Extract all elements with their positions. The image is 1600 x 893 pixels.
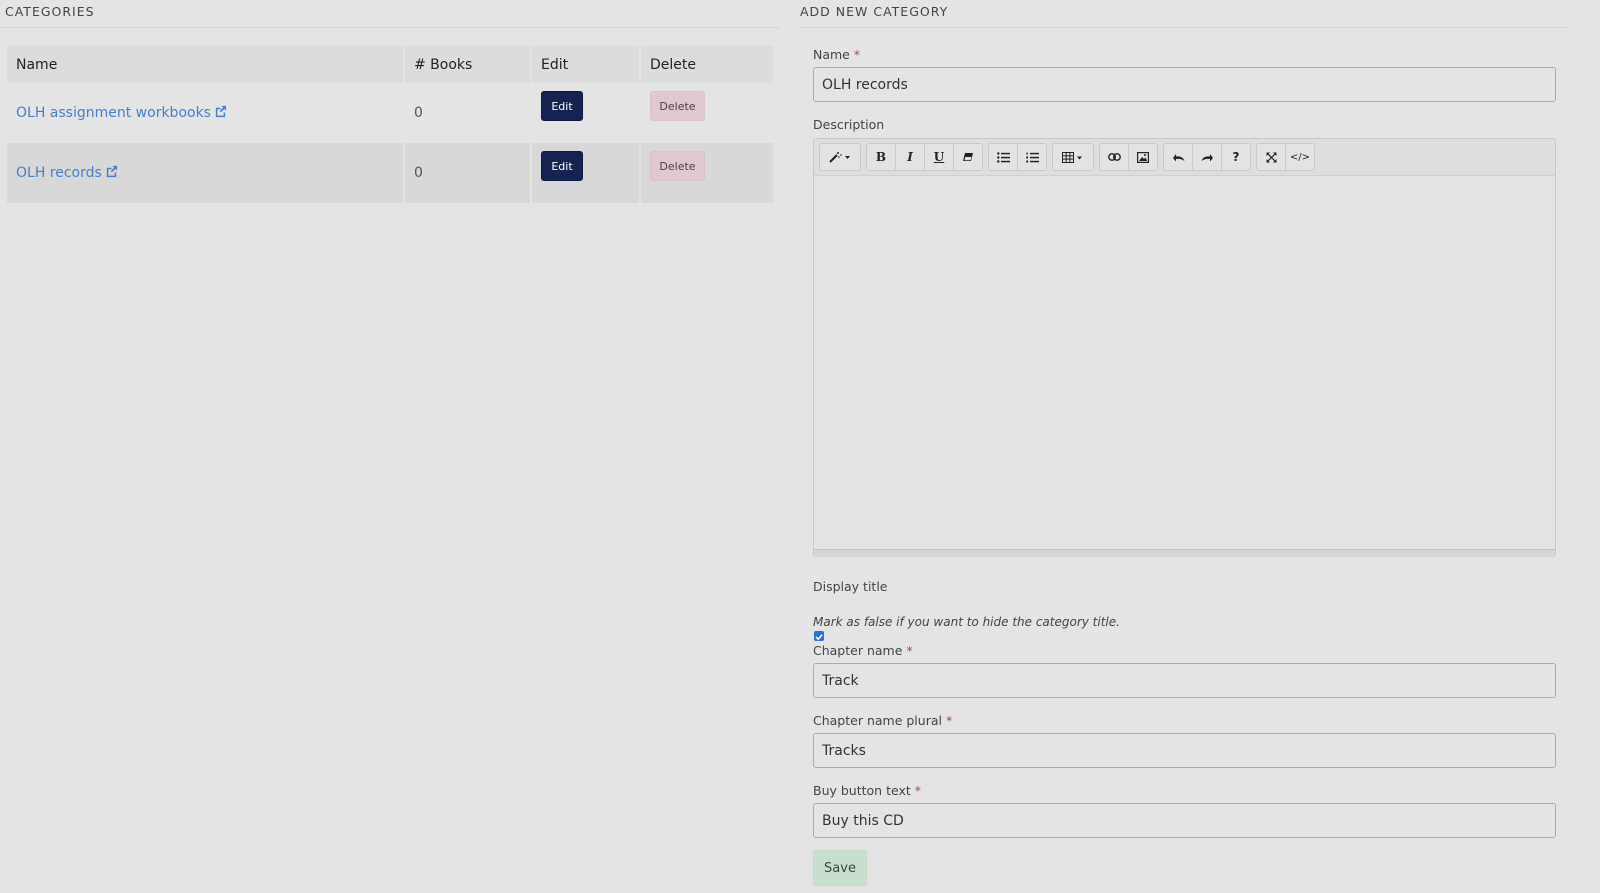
table-dropdown-icon[interactable]: [1052, 143, 1094, 171]
chapter-name-plural-label-text: Chapter name plural: [813, 713, 942, 728]
unordered-list-icon[interactable]: [988, 143, 1018, 171]
buy-button-text-input[interactable]: [813, 803, 1556, 838]
code-view-icon[interactable]: </>: [1285, 143, 1315, 171]
help-glyph: ?: [1232, 150, 1240, 164]
external-link-icon: [215, 105, 227, 118]
underline-icon[interactable]: U: [924, 143, 954, 171]
chapter-name-input[interactable]: [813, 663, 1556, 698]
font-style-group: B I U: [866, 143, 983, 171]
categories-panel: CATEGORIES Name # Books Edit Delete OLH …: [0, 0, 780, 203]
column-header-books: # Books: [404, 46, 532, 83]
chapter-name-plural-label: Chapter name plural *: [813, 713, 952, 728]
code-view-glyph: </>: [1289, 151, 1311, 163]
column-header-edit: Edit: [531, 46, 641, 83]
undo-icon[interactable]: [1163, 143, 1193, 171]
bold-glyph: B: [875, 150, 887, 164]
edit-cell: Edit: [531, 83, 641, 143]
chapter-name-label: Chapter name *: [813, 643, 913, 658]
description-label: Description: [813, 117, 885, 132]
table-row: OLH records 0 Edit Delete: [7, 143, 773, 203]
history-group: ?: [1163, 143, 1251, 171]
table-header-row: Name # Books Edit Delete: [7, 46, 773, 83]
style-group: [819, 143, 861, 171]
edit-cell: Edit: [531, 143, 641, 203]
link-icon[interactable]: [1099, 143, 1129, 171]
display-title-label: Display title: [813, 579, 888, 594]
buy-button-text-label-text: Buy button text: [813, 783, 911, 798]
insert-group: [1099, 143, 1158, 171]
required-marker: *: [906, 643, 913, 658]
fullscreen-icon[interactable]: [1256, 143, 1286, 171]
buy-button-text-label: Buy button text *: [813, 783, 921, 798]
chapter-name-plural-input[interactable]: [813, 733, 1556, 768]
delete-button[interactable]: Delete: [650, 151, 705, 181]
view-group: </>: [1256, 143, 1315, 171]
required-marker: *: [914, 783, 921, 798]
editor-toolbar: B I U ? </>: [814, 139, 1555, 176]
display-title-checkbox[interactable]: [814, 631, 824, 641]
magic-wand-dropdown-icon[interactable]: [819, 143, 861, 171]
category-link[interactable]: OLH assignment workbooks: [16, 105, 227, 121]
column-header-delete: Delete: [640, 46, 773, 83]
table-group: [1052, 143, 1094, 171]
delete-cell: Delete: [640, 143, 773, 203]
edit-button[interactable]: Edit: [541, 151, 583, 181]
eraser-icon[interactable]: [953, 143, 983, 171]
ordered-list-icon[interactable]: [1017, 143, 1047, 171]
redo-icon[interactable]: [1192, 143, 1222, 171]
required-marker: *: [853, 47, 861, 62]
categories-title: CATEGORIES: [0, 0, 780, 28]
external-link-icon: [106, 165, 117, 178]
checkmark-icon: [815, 634, 823, 641]
editor-resize-bar[interactable]: [814, 549, 1555, 557]
add-category-title: ADD NEW CATEGORY: [800, 0, 1568, 28]
required-marker: *: [945, 713, 953, 728]
list-group: [988, 143, 1047, 171]
underline-glyph: U: [933, 150, 945, 164]
delete-cell: Delete: [640, 83, 773, 143]
save-button[interactable]: Save: [813, 850, 867, 886]
categories-table: Name # Books Edit Delete OLH assignment …: [7, 46, 773, 203]
column-header-name: Name: [7, 46, 405, 83]
help-icon[interactable]: ?: [1221, 143, 1251, 171]
category-link[interactable]: OLH records: [16, 165, 118, 181]
bold-icon[interactable]: B: [866, 143, 896, 171]
books-count: 0: [414, 105, 423, 121]
category-link-label: OLH assignment workbooks: [16, 105, 211, 121]
books-count: 0: [414, 165, 423, 181]
italic-glyph: I: [907, 150, 913, 164]
description-editor-area[interactable]: [814, 176, 1555, 549]
table-row: OLH assignment workbooks 0 Edit Delete: [7, 83, 773, 143]
chapter-name-label-text: Chapter name: [813, 643, 903, 658]
books-count-cell: 0: [404, 143, 532, 203]
display-title-hint: Mark as false if you want to hide the ca…: [813, 615, 1120, 629]
category-link-label: OLH records: [16, 165, 102, 181]
italic-icon[interactable]: I: [895, 143, 925, 171]
books-count-cell: 0: [404, 83, 532, 143]
name-label: Name *: [813, 47, 860, 62]
category-name-cell: OLH assignment workbooks: [7, 83, 405, 143]
edit-button[interactable]: Edit: [541, 91, 583, 121]
name-input[interactable]: [813, 67, 1556, 102]
delete-button[interactable]: Delete: [650, 91, 705, 121]
add-category-panel: ADD NEW CATEGORY Name * Description B I …: [800, 0, 1570, 893]
category-name-cell: OLH records: [7, 143, 405, 203]
name-label-text: Name: [813, 47, 850, 62]
image-icon[interactable]: [1128, 143, 1158, 171]
description-editor: B I U ? </>: [813, 138, 1556, 557]
